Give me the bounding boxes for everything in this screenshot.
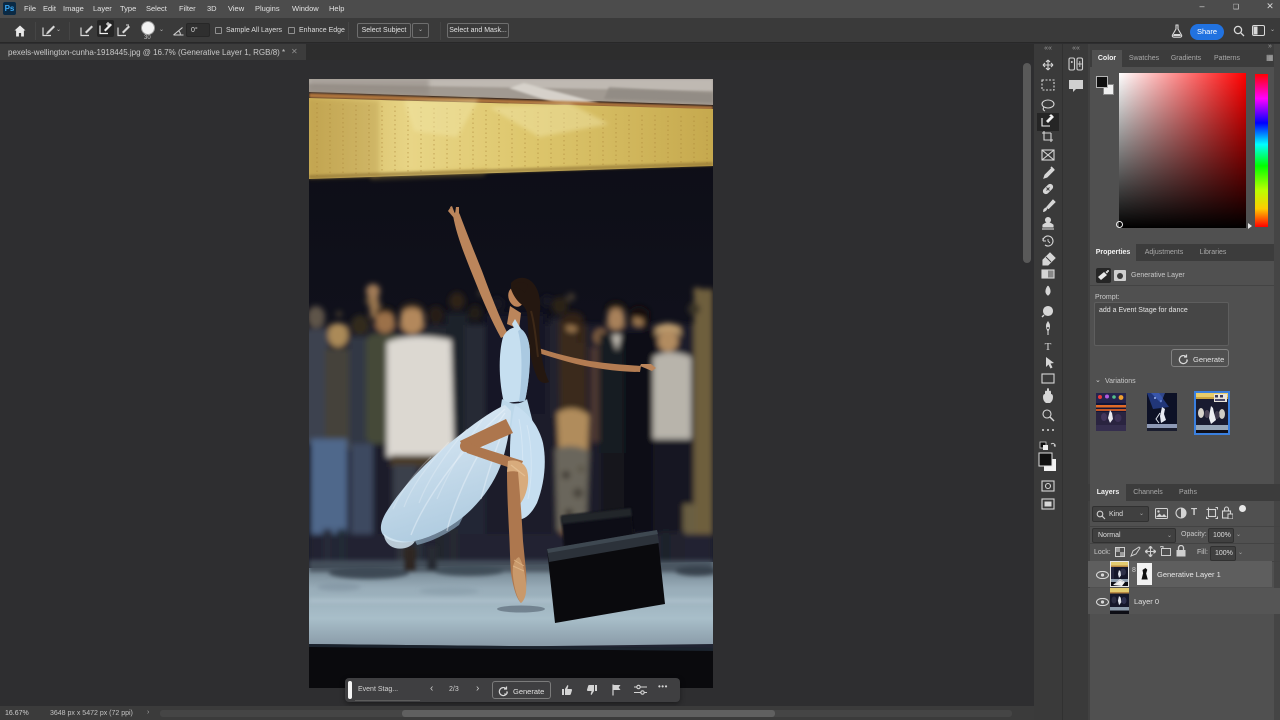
svg-text:««: ««: [1072, 45, 1080, 52]
svg-text:T: T: [1045, 341, 1052, 353]
svg-text:««: ««: [1044, 45, 1052, 52]
